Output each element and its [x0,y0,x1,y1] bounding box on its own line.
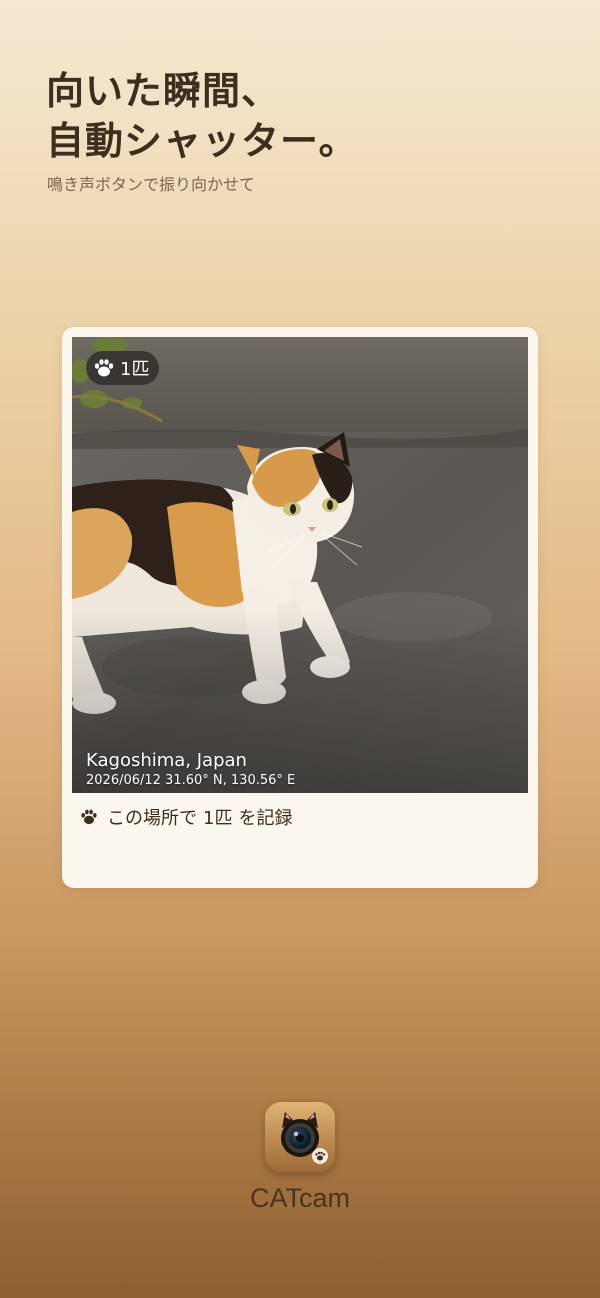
record-count: 1匹 [203,808,233,829]
record-prefix: この場所で [107,808,197,829]
photo-card: 1匹 Kagoshima, Japan 2026/06/12 31.60° N,… [62,327,538,888]
cat-count-badge: 1匹 [86,351,160,385]
cat-photo: 1匹 Kagoshima, Japan 2026/06/12 31.60° N,… [72,337,528,793]
subtitle: 鳴き声ボタンで振り向かせて [47,175,256,194]
promo-screen: 向いた瞬間、 自動シャッター。 鳴き声ボタンで振り向かせて 1匹 Kagoshi… [0,0,600,1298]
paw-icon [94,359,114,377]
location-label: Kagoshima, Japan [86,750,247,771]
record-summary: この場所で 1匹 を記録 [79,804,292,830]
headline-line-2: 自動シャッター。 [46,119,358,163]
headline: 向いた瞬間、 自動シャッター。 [46,66,358,166]
date-coordinates-label: 2026/06/12 31.60° N, 130.56° E [86,773,296,788]
record-suffix: を記録 [238,808,293,829]
cat-count-label: 1匹 [120,359,150,380]
cat-photo-illustration [72,337,528,793]
headline-line-1: 向いた瞬間、 [46,69,281,113]
cat-camera-icon[interactable] [265,1102,335,1172]
app-name: CATcam [249,1183,350,1213]
paw-icon [81,809,97,825]
